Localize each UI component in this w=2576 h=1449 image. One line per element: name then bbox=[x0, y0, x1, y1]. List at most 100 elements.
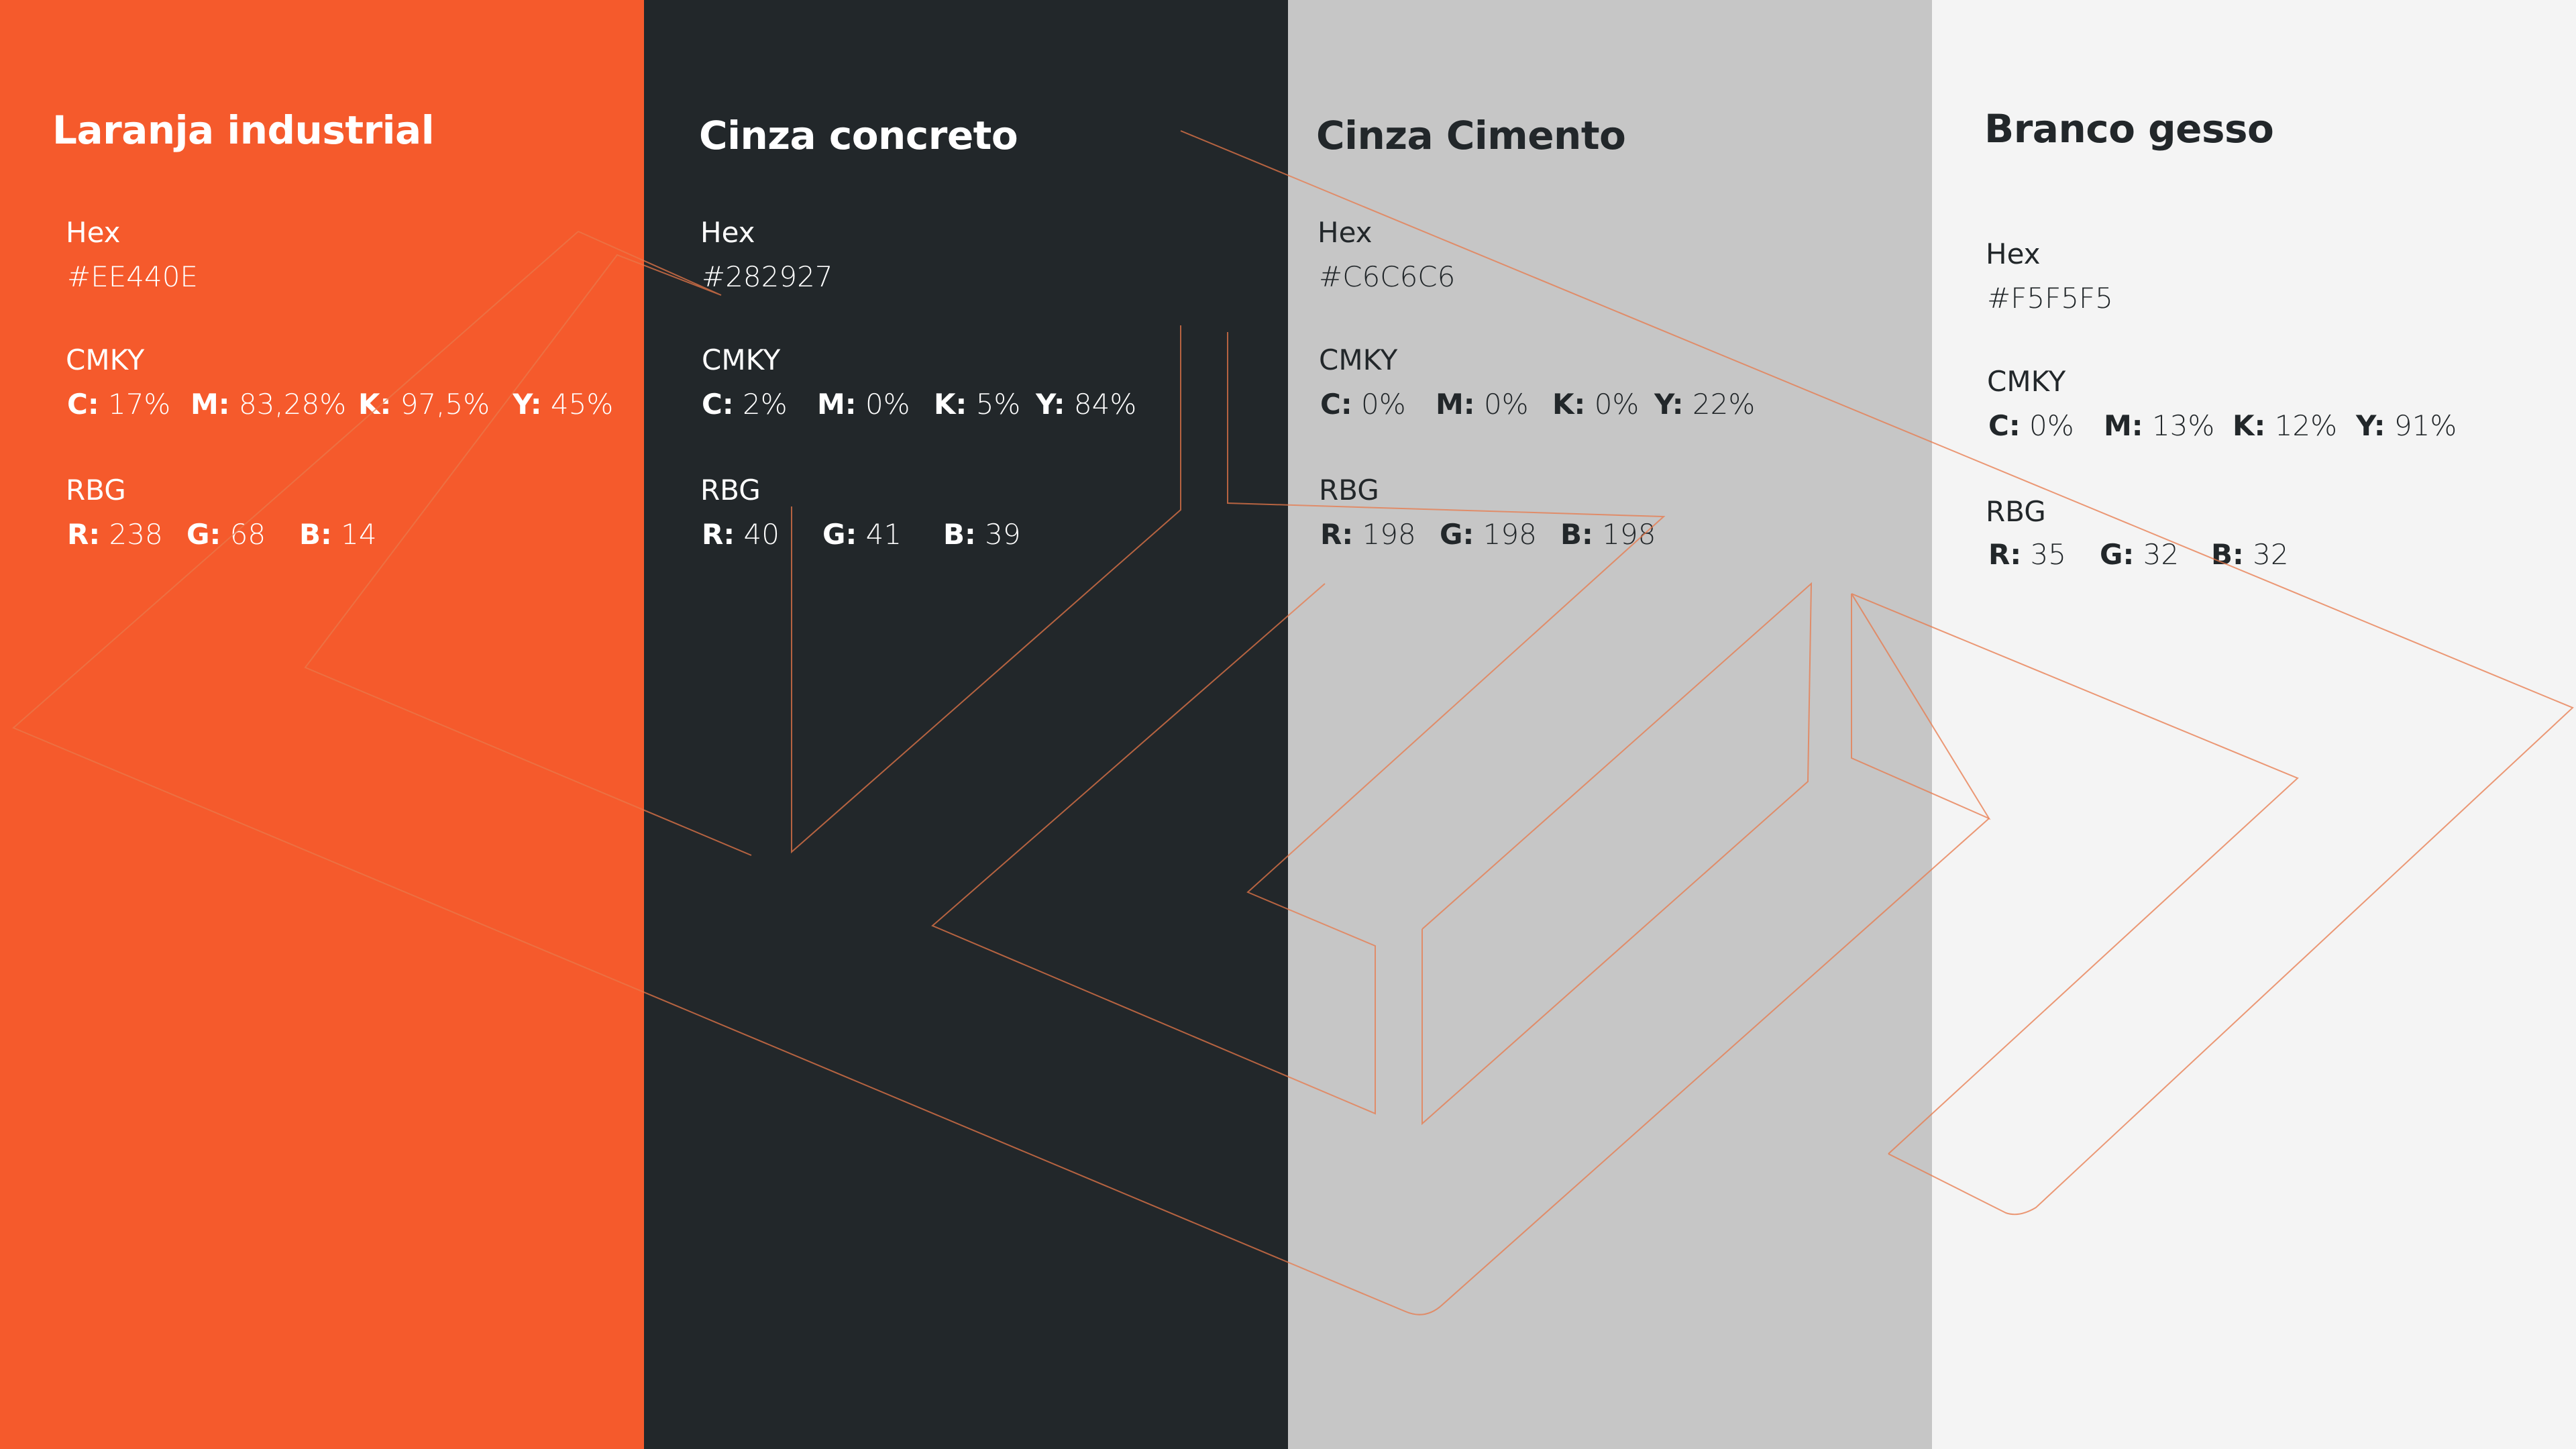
cmyk-key: K: bbox=[1552, 388, 1586, 421]
hex-value: #F5F5F5 bbox=[1987, 282, 2113, 315]
cmyk-value: 17% bbox=[107, 388, 171, 421]
rgb-key: B: bbox=[299, 518, 332, 551]
color-name: Laranja industrial bbox=[52, 107, 435, 153]
rgb-key: R: bbox=[1320, 518, 1354, 551]
rgb-key: G: bbox=[1440, 518, 1474, 551]
cmyk-m: M: 83,28% bbox=[191, 388, 346, 421]
cmyk-label: CMKY bbox=[702, 343, 781, 376]
rgb-value: 35 bbox=[2030, 538, 2066, 571]
cmyk-y: Y: 45% bbox=[513, 388, 613, 421]
rgb-key: G: bbox=[2100, 538, 2135, 571]
rgb-g: G: 41 bbox=[822, 518, 902, 551]
rgb-key: G: bbox=[822, 518, 857, 551]
cmyk-value: 0% bbox=[1483, 388, 1529, 421]
cmyk-key: K: bbox=[934, 388, 967, 421]
color-name: Cinza concreto bbox=[699, 113, 1018, 158]
cmyk-key: C: bbox=[1988, 409, 2021, 442]
rgb-key: B: bbox=[1560, 518, 1593, 551]
rgb-value: 41 bbox=[865, 518, 902, 551]
cmyk-y: Y: 91% bbox=[2356, 409, 2457, 442]
cmyk-k: K: 5% bbox=[934, 388, 1020, 421]
cmyk-value: 83,28% bbox=[238, 388, 347, 421]
rgb-value: 198 bbox=[1362, 518, 1416, 551]
cmyk-value: 22% bbox=[1692, 388, 1756, 421]
cmyk-value: 0% bbox=[2029, 409, 2074, 442]
cmyk-value: 84% bbox=[1073, 388, 1137, 421]
color-palette: Laranja industrial Hex #EE440E CMKY C: 1… bbox=[0, 0, 2576, 1449]
cmyk-value: 91% bbox=[2394, 409, 2457, 442]
cmyk-y: Y: 84% bbox=[1036, 388, 1136, 421]
rgb-key: R: bbox=[702, 518, 735, 551]
cmyk-key: Y: bbox=[1654, 388, 1684, 421]
rgb-b: B: 14 bbox=[299, 518, 377, 551]
hex-value: #282927 bbox=[702, 260, 833, 293]
rgb-b: B: 198 bbox=[1560, 518, 1656, 551]
hex-label: Hex bbox=[700, 216, 755, 249]
rgb-value: 198 bbox=[1483, 518, 1537, 551]
hex-label: Hex bbox=[1986, 237, 2041, 270]
cmyk-label: CMKY bbox=[66, 343, 145, 376]
hex-value: #C6C6C6 bbox=[1319, 260, 1456, 293]
cmyk-value: 12% bbox=[2274, 409, 2338, 442]
cmyk-key: C: bbox=[67, 388, 99, 421]
color-panel-branco-gesso: Branco gesso Hex #F5F5F5 CMKY C: 0% M: 1… bbox=[1932, 0, 2576, 1449]
cmyk-c: C: 0% bbox=[1320, 388, 1406, 421]
cmyk-key: M: bbox=[1436, 388, 1475, 421]
rgb-r: R: 35 bbox=[1988, 538, 2066, 571]
cmyk-value: 0% bbox=[1360, 388, 1406, 421]
rgb-value: 40 bbox=[743, 518, 780, 551]
rgb-value: 198 bbox=[1602, 518, 1656, 551]
cmyk-key: C: bbox=[1320, 388, 1352, 421]
cmyk-value: 5% bbox=[975, 388, 1021, 421]
cmyk-value: 13% bbox=[2151, 409, 2215, 442]
rgb-key: B: bbox=[2211, 538, 2244, 571]
rgb-b: B: 39 bbox=[943, 518, 1021, 551]
rgb-b: B: 32 bbox=[2211, 538, 2289, 571]
cmyk-label: CMKY bbox=[1319, 343, 1398, 376]
color-panel-cinza-concreto: Cinza concreto Hex #282927 CMKY C: 2% M:… bbox=[644, 0, 1288, 1449]
rgb-label: RBG bbox=[66, 474, 126, 506]
rgb-value: 68 bbox=[229, 518, 266, 551]
rgb-g: G: 68 bbox=[186, 518, 266, 551]
cmyk-value: 97,5% bbox=[400, 388, 490, 421]
cmyk-key: C: bbox=[702, 388, 734, 421]
rgb-label: RBG bbox=[1319, 474, 1379, 506]
rgb-label: RBG bbox=[1986, 495, 2046, 528]
cmyk-c: C: 2% bbox=[702, 388, 788, 421]
cmyk-y: Y: 22% bbox=[1654, 388, 1755, 421]
rgb-g: G: 32 bbox=[2100, 538, 2179, 571]
color-panel-cinza-cimento: Cinza Cimento Hex #C6C6C6 CMKY C: 0% M: … bbox=[1288, 0, 1932, 1449]
rgb-r: R: 238 bbox=[67, 518, 163, 551]
rgb-value: 238 bbox=[109, 518, 163, 551]
rgb-key: G: bbox=[186, 518, 221, 551]
cmyk-key: M: bbox=[191, 388, 230, 421]
cmyk-value: 2% bbox=[742, 388, 788, 421]
rgb-value: 39 bbox=[985, 518, 1021, 551]
color-panel-laranja-industrial: Laranja industrial Hex #EE440E CMKY C: 1… bbox=[0, 0, 644, 1449]
hex-label: Hex bbox=[66, 216, 121, 249]
rgb-value: 32 bbox=[2253, 538, 2289, 571]
cmyk-k: K: 97,5% bbox=[358, 388, 490, 421]
cmyk-m: M: 13% bbox=[2104, 409, 2214, 442]
rgb-value: 32 bbox=[2143, 538, 2180, 571]
rgb-g: G: 198 bbox=[1440, 518, 1537, 551]
cmyk-k: K: 12% bbox=[2233, 409, 2337, 442]
rgb-r: R: 198 bbox=[1320, 518, 1416, 551]
rgb-key: B: bbox=[943, 518, 976, 551]
cmyk-key: M: bbox=[817, 388, 857, 421]
rgb-key: R: bbox=[67, 518, 101, 551]
cmyk-key: Y: bbox=[1036, 388, 1065, 421]
cmyk-key: K: bbox=[2233, 409, 2266, 442]
cmyk-value: 0% bbox=[1594, 388, 1640, 421]
color-name: Branco gesso bbox=[1984, 106, 2274, 152]
cmyk-label: CMKY bbox=[1987, 365, 2066, 398]
color-name: Cinza Cimento bbox=[1316, 113, 1626, 158]
cmyk-m: M: 0% bbox=[817, 388, 910, 421]
rgb-label: RBG bbox=[700, 474, 761, 506]
rgb-value: 14 bbox=[341, 518, 377, 551]
rgb-r: R: 40 bbox=[702, 518, 780, 551]
cmyk-c: C: 0% bbox=[1988, 409, 2074, 442]
rgb-key: R: bbox=[1988, 538, 2022, 571]
cmyk-key: Y: bbox=[2356, 409, 2385, 442]
cmyk-k: K: 0% bbox=[1552, 388, 1639, 421]
